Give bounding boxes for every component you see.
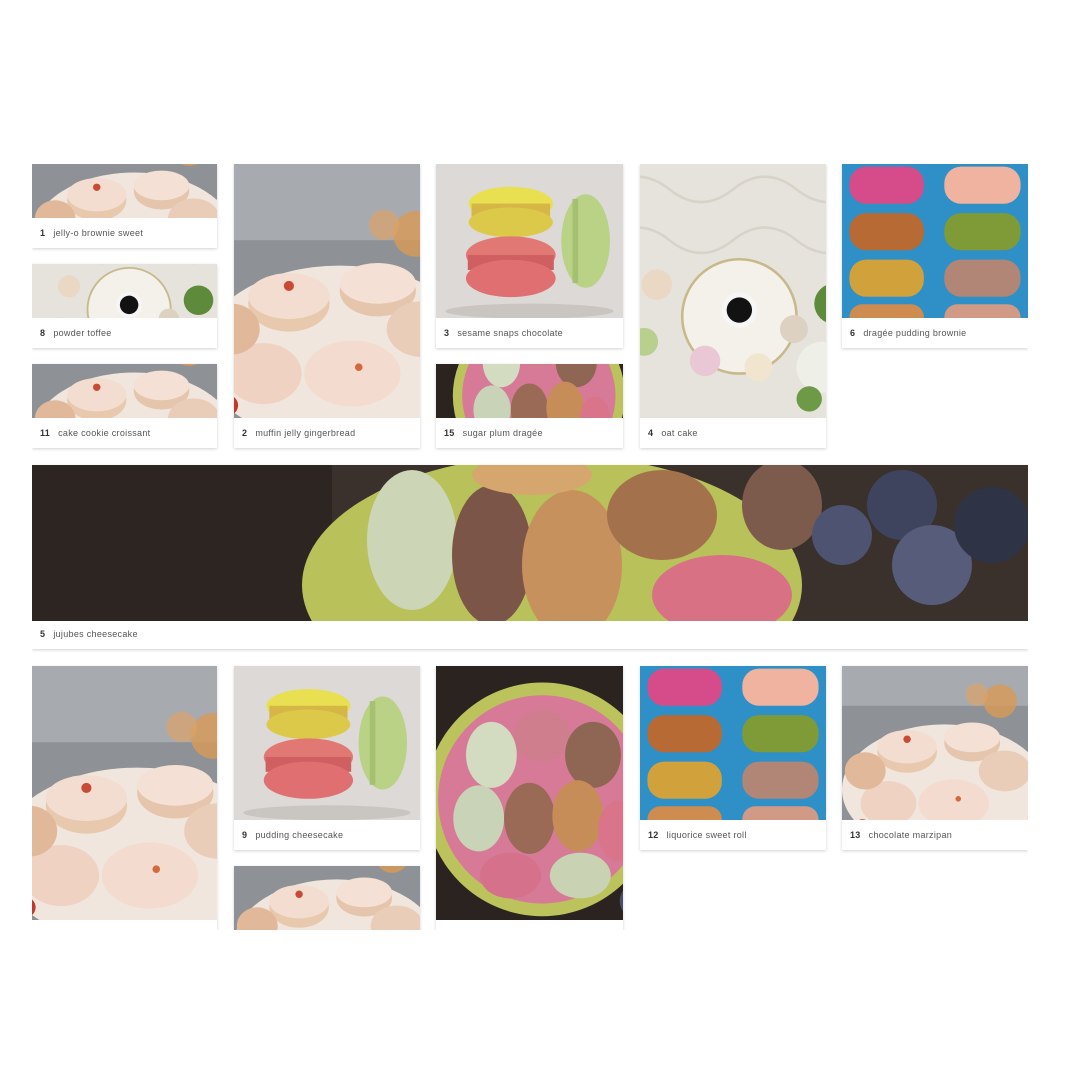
gallery-item-6[interactable]: 6 dragée pudding brownie <box>842 164 1028 348</box>
gallery-item-8[interactable]: 8 powder toffee <box>32 264 217 348</box>
gallery-grid: 1 jelly-o brownie sweet 8 powder toffee 11… <box>32 164 1028 930</box>
gallery-item-caption: 4 oat cake <box>640 418 826 448</box>
item-title: muffin jelly gingerbread <box>255 428 356 438</box>
macaron-bowl-dark-photo <box>436 666 623 920</box>
item-title: pudding cheesecake <box>255 830 344 840</box>
item-number: 4 <box>648 428 654 438</box>
item-title: oat cake <box>661 428 698 438</box>
gallery-item-caption: 9 pudding cheesecake <box>234 820 420 850</box>
page: 1 jelly-o brownie sweet 8 powder toffee 11… <box>0 0 1080 1080</box>
item-title: jujubes cheesecake <box>53 629 138 639</box>
item-number: 3 <box>444 328 450 338</box>
macaron-stack-photo <box>234 666 420 820</box>
gallery-item-13[interactable]: 13 chocolate marzipan <box>842 666 1028 850</box>
gallery-item-2[interactable]: 2 muffin jelly gingerbread <box>234 164 420 448</box>
macaron-bowl-dark-photo <box>436 364 623 418</box>
item-title: jelly-o brownie sweet <box>53 228 144 238</box>
item-number: 11 <box>40 428 51 438</box>
gallery-item-3[interactable]: 3 sesame snaps chocolate <box>436 164 623 348</box>
gallery-item-caption: 6 dragée pudding brownie <box>842 318 1028 348</box>
item-title: powder toffee <box>53 328 112 338</box>
gallery-item-caption <box>436 900 623 930</box>
item-title: cake cookie croissant <box>58 428 151 438</box>
gallery-item-5[interactable]: 5 jujubes cheesecake <box>32 465 1028 649</box>
gallery-item-caption: 2 muffin jelly gingerbread <box>234 418 420 448</box>
gallery-item-caption: 13 chocolate marzipan <box>842 820 1028 850</box>
item-number: 5 <box>40 629 46 639</box>
macaron-bowl-photo <box>32 666 217 920</box>
macaron-bowl-photo <box>842 666 1028 820</box>
item-number: 13 <box>850 830 861 840</box>
item-number: 2 <box>242 428 248 438</box>
macaron-bowl-dark-photo <box>32 465 1028 621</box>
coffee-macaron-photo <box>640 164 826 418</box>
gallery-item-caption: 12 liquorice sweet roll <box>640 820 826 850</box>
macaron-bowl-photo <box>234 164 420 418</box>
item-title: sugar plum dragée <box>462 428 543 438</box>
item-number: 9 <box>242 830 248 840</box>
gallery-item[interactable] <box>436 666 623 930</box>
gallery-item-caption: 8 powder toffee <box>32 318 217 348</box>
gallery-item-15[interactable]: 15 sugar plum dragée <box>436 364 623 448</box>
coffee-macaron-photo <box>32 264 217 318</box>
item-number: 8 <box>40 328 46 338</box>
macaron-bowl-photo <box>32 164 217 218</box>
gallery-item-caption: 15 sugar plum dragée <box>436 418 623 448</box>
item-number: 15 <box>444 428 455 438</box>
colorful-macaron-stacks-photo <box>640 666 826 820</box>
gallery-item-12[interactable]: 12 liquorice sweet roll <box>640 666 826 850</box>
macaron-bowl-photo <box>32 364 217 418</box>
gallery-item-caption: 3 sesame snaps chocolate <box>436 318 623 348</box>
gallery-item-caption <box>234 920 420 930</box>
gallery-item[interactable] <box>32 666 217 930</box>
item-number: 6 <box>850 328 856 338</box>
item-number: 1 <box>40 228 46 238</box>
item-title: liquorice sweet roll <box>666 830 747 840</box>
colorful-macaron-stacks-photo <box>842 164 1028 318</box>
gallery-item-caption <box>32 900 217 930</box>
gallery-item-1[interactable]: 1 jelly-o brownie sweet <box>32 164 217 248</box>
gallery-item-11[interactable]: 11 cake cookie croissant <box>32 364 217 448</box>
gallery-item-4[interactable]: 4 oat cake <box>640 164 826 448</box>
gallery-item-caption: 5 jujubes cheesecake <box>32 619 1028 649</box>
item-title: dragée pudding brownie <box>863 328 967 338</box>
macaron-stack-photo <box>436 164 623 318</box>
gallery-item-caption: 1 jelly-o brownie sweet <box>32 218 217 248</box>
gallery-item[interactable] <box>234 866 420 930</box>
item-number: 12 <box>648 830 659 840</box>
gallery-item-caption: 11 cake cookie croissant <box>32 418 217 448</box>
gallery-item-9[interactable]: 9 pudding cheesecake <box>234 666 420 850</box>
item-title: sesame snaps chocolate <box>457 328 563 338</box>
item-title: chocolate marzipan <box>868 830 953 840</box>
